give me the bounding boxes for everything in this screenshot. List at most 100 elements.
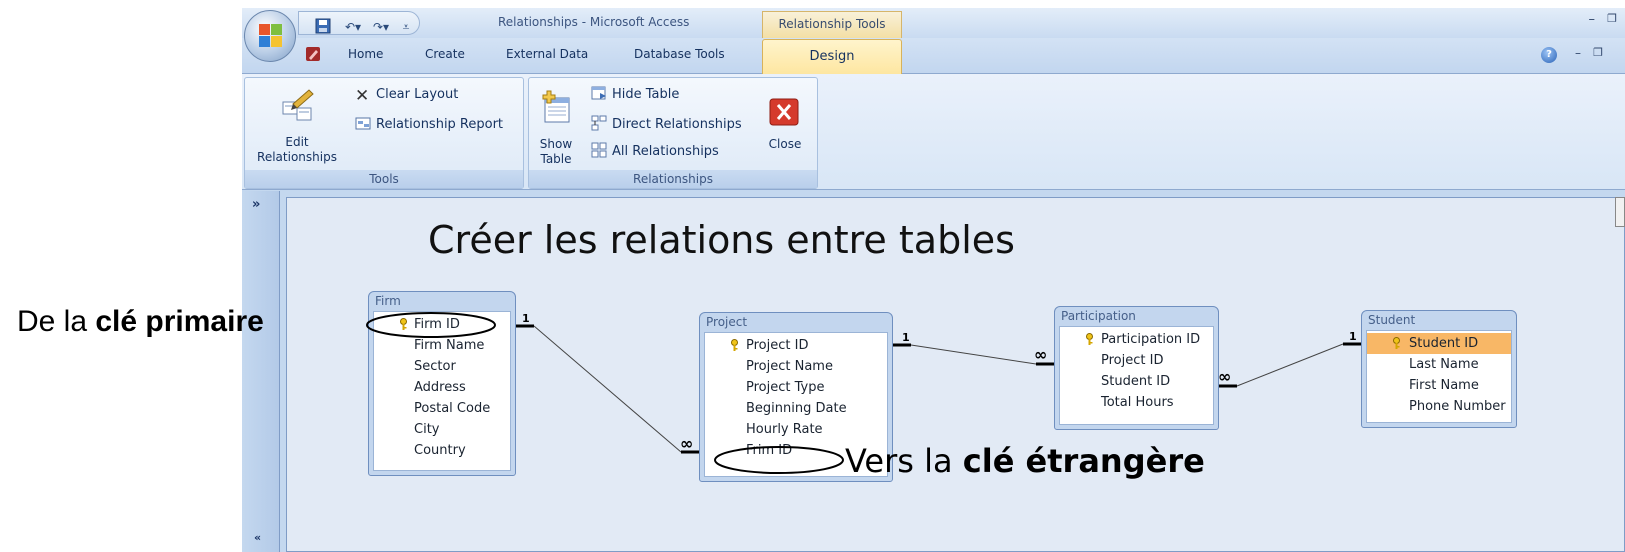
context-tab-header: Relationship Tools: [762, 11, 902, 38]
field-label: Project ID: [1101, 353, 1164, 368]
doc-restore-icon[interactable]: ❐: [1593, 46, 1603, 59]
restore-icon[interactable]: ❐: [1607, 12, 1617, 25]
table-field[interactable]: Project Name: [705, 356, 887, 377]
undo-icon[interactable]: ↶▾: [341, 18, 365, 36]
field-primary-key[interactable]: Student ID: [1367, 333, 1511, 354]
clear-layout-button[interactable]: ✕ Clear Layout: [355, 85, 458, 105]
annotation-prefix: Vers la: [845, 442, 963, 480]
all-relationships-icon: [591, 142, 607, 158]
primary-key-annotation: De la clé primaire: [17, 305, 264, 339]
close-icon: [769, 98, 799, 126]
office-button[interactable]: [244, 10, 296, 62]
nav-pane-toggle[interactable]: »: [252, 197, 260, 212]
edit-relationships-icon: [282, 89, 314, 121]
tab-home[interactable]: Home: [348, 47, 383, 61]
show-table-icon: [542, 90, 570, 123]
field-label: Firm ID: [414, 317, 460, 332]
save-icon[interactable]: [315, 18, 331, 36]
annotation-keyword: clé primaire: [95, 305, 264, 338]
table-title: Project: [706, 315, 748, 329]
table-field[interactable]: First Name: [1367, 375, 1511, 396]
field-label: First Name: [1409, 378, 1479, 393]
field-label: City: [414, 422, 440, 437]
table-field[interactable]: Firm Name: [374, 335, 510, 356]
table-field[interactable]: Address: [374, 377, 510, 398]
field-label: Project Type: [746, 380, 825, 395]
hide-table-label: Hide Table: [612, 87, 680, 102]
table-participation[interactable]: Participation Participation ID Project I…: [1054, 306, 1219, 430]
table-field[interactable]: Hourly Rate: [705, 419, 887, 440]
field-label: Beginning Date: [746, 401, 847, 416]
field-primary-key[interactable]: Project ID: [705, 335, 887, 356]
tab-external-data[interactable]: External Data: [506, 47, 588, 61]
table-field[interactable]: Last Name: [1367, 354, 1511, 375]
clear-layout-label: Clear Layout: [376, 87, 459, 102]
field-primary-key[interactable]: Participation ID: [1060, 329, 1213, 350]
hide-table-icon: [591, 86, 606, 100]
ribbon-tab-row: Home Create External Data Database Tools…: [242, 38, 1625, 75]
field-label: Participation ID: [1101, 332, 1201, 347]
relationship-report-label: Relationship Report: [376, 117, 504, 132]
all-relationships-button[interactable]: All Relationships: [591, 142, 719, 162]
tools-group: Edit Relationships ✕ Clear Layout Relatio…: [244, 77, 524, 189]
slide-caption: Créer les relations entre tables: [428, 218, 1015, 262]
table-student[interactable]: Student Student ID Last Name First Name …: [1361, 310, 1517, 428]
edit-relationships-button[interactable]: Edit Relationships: [249, 135, 345, 165]
all-relationships-label: All Relationships: [612, 144, 719, 159]
table-field[interactable]: Project ID: [1060, 350, 1213, 371]
quick-access-toolbar: ↶▾ ↷▾ ⩡: [298, 11, 420, 35]
field-label: Country: [414, 443, 466, 458]
table-field[interactable]: Beginning Date: [705, 398, 887, 419]
direct-relationships-label: Direct Relationships: [612, 117, 742, 132]
field-list: Participation ID Project ID Student ID T…: [1059, 326, 1214, 425]
vertical-scrollbar[interactable]: [1615, 197, 1625, 227]
table-field[interactable]: Phone Number: [1367, 396, 1511, 417]
field-label: Last Name: [1409, 357, 1479, 372]
table-title: Student: [1368, 313, 1416, 327]
relationship-report-icon: [355, 117, 371, 130]
table-field[interactable]: Postal Code: [374, 398, 510, 419]
table-field[interactable]: Sector: [374, 356, 510, 377]
minimize-icon[interactable]: –: [1589, 12, 1596, 27]
direct-relationships-button[interactable]: Direct Relationships: [591, 115, 742, 135]
relationship-report-button[interactable]: Relationship Report: [355, 115, 503, 135]
redo-icon[interactable]: ↷▾: [369, 18, 393, 36]
customize-qat-icon[interactable]: ⩡: [399, 18, 413, 36]
table-firm[interactable]: Firm Firm ID Firm Name Sector Address Po…: [368, 291, 516, 476]
nav-pane-label: «: [254, 531, 262, 544]
field-label: Hourly Rate: [746, 422, 823, 437]
annotation-keyword: clé étrangère: [962, 442, 1205, 480]
field-label: Firm Name: [414, 338, 485, 353]
slide: ↶▾ ↷▾ ⩡ Relationships - Microsoft Access…: [0, 0, 1625, 552]
access-key-icon: [306, 47, 320, 61]
field-label: Student ID: [1409, 336, 1479, 351]
navigation-pane: » «: [242, 191, 280, 552]
field-list: Firm ID Firm Name Sector Address Postal …: [373, 311, 511, 471]
close-button[interactable]: Close: [763, 137, 807, 152]
tab-create[interactable]: Create: [425, 47, 465, 61]
table-title: Participation: [1061, 309, 1136, 323]
help-icon[interactable]: ?: [1541, 47, 1557, 63]
field-label: Frim ID: [746, 443, 793, 458]
field-label: Sector: [414, 359, 456, 374]
field-list: Student ID Last Name First Name Phone Nu…: [1366, 330, 1512, 423]
field-label: Project ID: [746, 338, 809, 353]
table-field[interactable]: Project Type: [705, 377, 887, 398]
table-field[interactable]: Student ID: [1060, 371, 1213, 392]
hide-table-button[interactable]: Hide Table: [591, 85, 679, 105]
tab-design[interactable]: Design: [762, 39, 902, 75]
table-field[interactable]: City: [374, 419, 510, 440]
field-primary-key[interactable]: Firm ID: [374, 314, 510, 335]
direct-relationships-icon: [591, 115, 607, 131]
table-field[interactable]: Total Hours: [1060, 392, 1213, 413]
field-label: Project Name: [746, 359, 833, 374]
key-icon: [400, 318, 407, 330]
doc-minimize-icon[interactable]: –: [1575, 46, 1581, 60]
field-label: Total Hours: [1101, 395, 1174, 410]
field-label: Phone Number: [1409, 399, 1506, 414]
table-field[interactable]: Country: [374, 440, 510, 461]
tab-database-tools[interactable]: Database Tools: [634, 47, 725, 61]
show-table-button[interactable]: Show Table: [535, 137, 577, 167]
annotation-prefix: De la: [17, 305, 96, 338]
office-logo-icon: [259, 24, 283, 48]
